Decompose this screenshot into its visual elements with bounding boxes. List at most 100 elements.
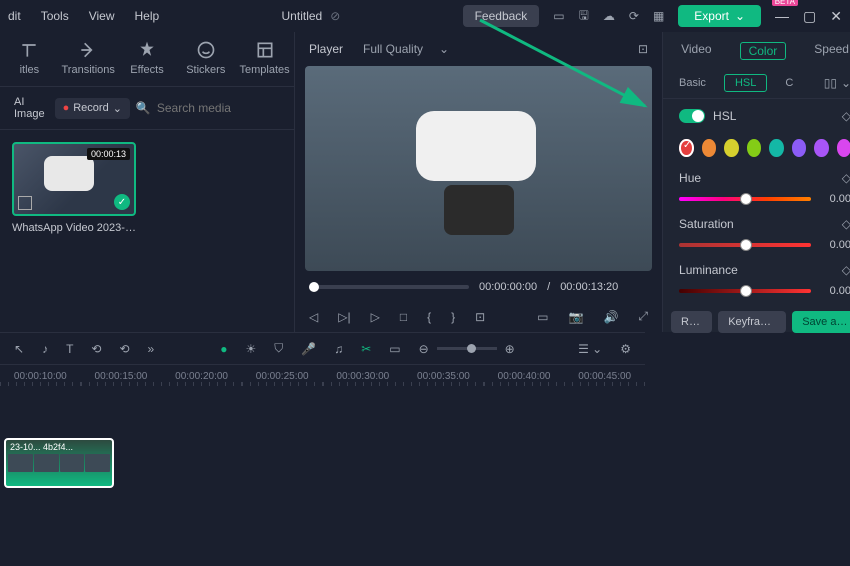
maximize-button[interactable]: ▢ (803, 8, 816, 25)
video-preview[interactable] (305, 66, 652, 271)
timeline-ruler[interactable]: 00:00:10:00 00:00:15:00 00:00:20:00 00:0… (0, 365, 645, 388)
zoom-out-icon[interactable]: ⊖ (419, 342, 429, 356)
swatch-yellow[interactable] (724, 139, 739, 157)
shield-icon[interactable]: ⛉ (274, 341, 283, 356)
cloud-icon[interactable]: ☁ (603, 9, 615, 23)
mic-icon[interactable]: 🎤 (301, 342, 316, 356)
crop-icon[interactable]: ⊡ (475, 310, 485, 324)
save-icon[interactable]: 🖫 (579, 6, 589, 27)
beta-badge: BETA (772, 0, 798, 6)
search-input[interactable] (157, 101, 312, 115)
tab-video[interactable]: Video (681, 42, 711, 60)
settings-icon[interactable]: ⚙ (620, 342, 631, 356)
tab-stickers[interactable]: Stickers (176, 40, 235, 76)
swatch-magenta[interactable] (837, 139, 850, 157)
zoom-slider[interactable] (437, 347, 497, 350)
mark-in-icon[interactable]: { (427, 310, 431, 324)
hue-slider[interactable] (679, 197, 811, 201)
tab-color[interactable]: Color (740, 42, 787, 60)
more-tools-icon[interactable]: » (148, 342, 155, 356)
hue-label: Hue (679, 171, 701, 185)
marker-icon[interactable]: ● (220, 342, 227, 356)
screenshot-icon[interactable]: 📷 (569, 310, 584, 324)
ruler-tick: 00:00:20:00 (161, 371, 242, 382)
subtab-hsl[interactable]: HSL (724, 74, 767, 92)
stop-icon[interactable]: □ (400, 310, 407, 324)
tab-speed[interactable]: Speed (814, 42, 849, 60)
zoom-in-icon[interactable]: ⊕ (505, 342, 515, 356)
menu-help[interactable]: Help (135, 9, 160, 23)
mark-out-icon[interactable]: } (451, 310, 455, 324)
media-clip[interactable]: 00:00:13 ✓ WhatsApp Video 2023-10-05... (12, 142, 136, 234)
subtab-c[interactable]: C (785, 77, 793, 89)
subtab-basic[interactable]: Basic (679, 77, 706, 89)
split-icon[interactable]: ✂ (361, 342, 371, 356)
list-view-icon[interactable]: ☰ ⌄ (578, 342, 602, 356)
adjust-icon[interactable]: ☀ (245, 342, 256, 356)
prev-frame-icon[interactable]: ◁ (309, 310, 318, 324)
rotate-tool-icon[interactable]: ⟲ (91, 342, 101, 356)
seek-bar[interactable] (309, 285, 469, 289)
menu-edit[interactable]: dit (8, 9, 21, 23)
chevron-down-icon: ⌄ (735, 9, 745, 23)
minimize-button[interactable]: — (775, 8, 789, 24)
chevron-down-icon[interactable]: ⌄ (841, 76, 850, 90)
save-preset-button[interactable]: Save as cu... (792, 311, 850, 333)
quality-dropdown[interactable]: Full Quality ⌄ (363, 42, 449, 56)
keyframe-icon[interactable]: ◇ (842, 109, 850, 123)
current-time: 00:00:00:00 (479, 281, 537, 293)
swatch-purple[interactable] (792, 139, 807, 157)
group-icon[interactable]: ▭ (389, 342, 400, 356)
swatch-red[interactable] (679, 139, 694, 157)
keyframe-icon[interactable]: ◇ (842, 171, 850, 185)
text-tool-icon[interactable]: T (66, 342, 73, 356)
swatch-violet[interactable] (814, 139, 829, 157)
keyframe-preset-button[interactable]: Keyframe P... (718, 311, 786, 333)
luminance-slider[interactable] (679, 289, 811, 293)
tab-effects[interactable]: Effects (118, 40, 177, 76)
ruler-tick: 00:00:45:00 (564, 371, 645, 382)
play-icon[interactable]: ▷ (371, 310, 380, 324)
link-tool-icon[interactable]: ⟲ (119, 342, 129, 356)
saturation-slider[interactable] (679, 243, 811, 247)
volume-icon[interactable]: 🔊 (603, 310, 618, 324)
device-icon[interactable]: ▭ (553, 9, 564, 23)
keyframe-icon[interactable]: ◇ (842, 217, 850, 231)
luminance-label: Luminance (679, 263, 738, 277)
menu-tools[interactable]: Tools (41, 9, 69, 23)
compare-icon[interactable]: ▭ (537, 310, 548, 324)
fullscreen-icon[interactable]: ⤢ (638, 309, 648, 324)
check-icon: ✓ (114, 194, 130, 210)
saturation-value: 0.00 (821, 239, 850, 251)
ai-image-button[interactable]: AI Image (10, 93, 49, 123)
tab-transitions[interactable]: Transitions (59, 40, 118, 76)
play-step-icon[interactable]: ▷| (338, 310, 350, 324)
menu-view[interactable]: View (89, 9, 115, 23)
refresh-icon[interactable]: ⟳ (629, 9, 639, 23)
keyframe-icon[interactable]: ◇ (842, 263, 850, 277)
clip-name: WhatsApp Video 2023-10-05... (12, 222, 136, 234)
hue-value: 0.00 (821, 193, 850, 205)
swatch-orange[interactable] (702, 139, 717, 157)
reset-button[interactable]: Reset (671, 311, 712, 333)
tab-titles[interactable]: itles (0, 40, 59, 76)
audio-tool-icon[interactable]: ♪ (42, 342, 48, 356)
music-icon[interactable]: ♫ (334, 342, 343, 356)
hsl-toggle[interactable] (679, 109, 705, 123)
swatch-teal[interactable] (769, 139, 784, 157)
timeline-clip[interactable]: 23-10... 4b2f4... (4, 438, 114, 488)
tab-templates[interactable]: Templates (235, 40, 294, 76)
saturation-label: Saturation (679, 217, 734, 231)
search-icon: 🔍 (136, 101, 151, 115)
feedback-button[interactable]: Feedback (463, 5, 540, 27)
close-button[interactable]: ✕ (830, 8, 842, 25)
ruler-tick: 00:00:40:00 (484, 371, 565, 382)
snapshot-icon[interactable]: ⊡ (638, 42, 648, 56)
pointer-tool-icon[interactable]: ↖ (14, 342, 24, 356)
hsl-label: HSL (713, 109, 736, 123)
record-dropdown[interactable]: ● Record ⌄ (55, 98, 130, 119)
swatch-green[interactable] (747, 139, 762, 157)
export-button[interactable]: Export ⌄ (678, 5, 761, 27)
apps-icon[interactable]: ▦ (653, 9, 664, 23)
split-view-icon[interactable]: ▯▯ (824, 76, 837, 90)
